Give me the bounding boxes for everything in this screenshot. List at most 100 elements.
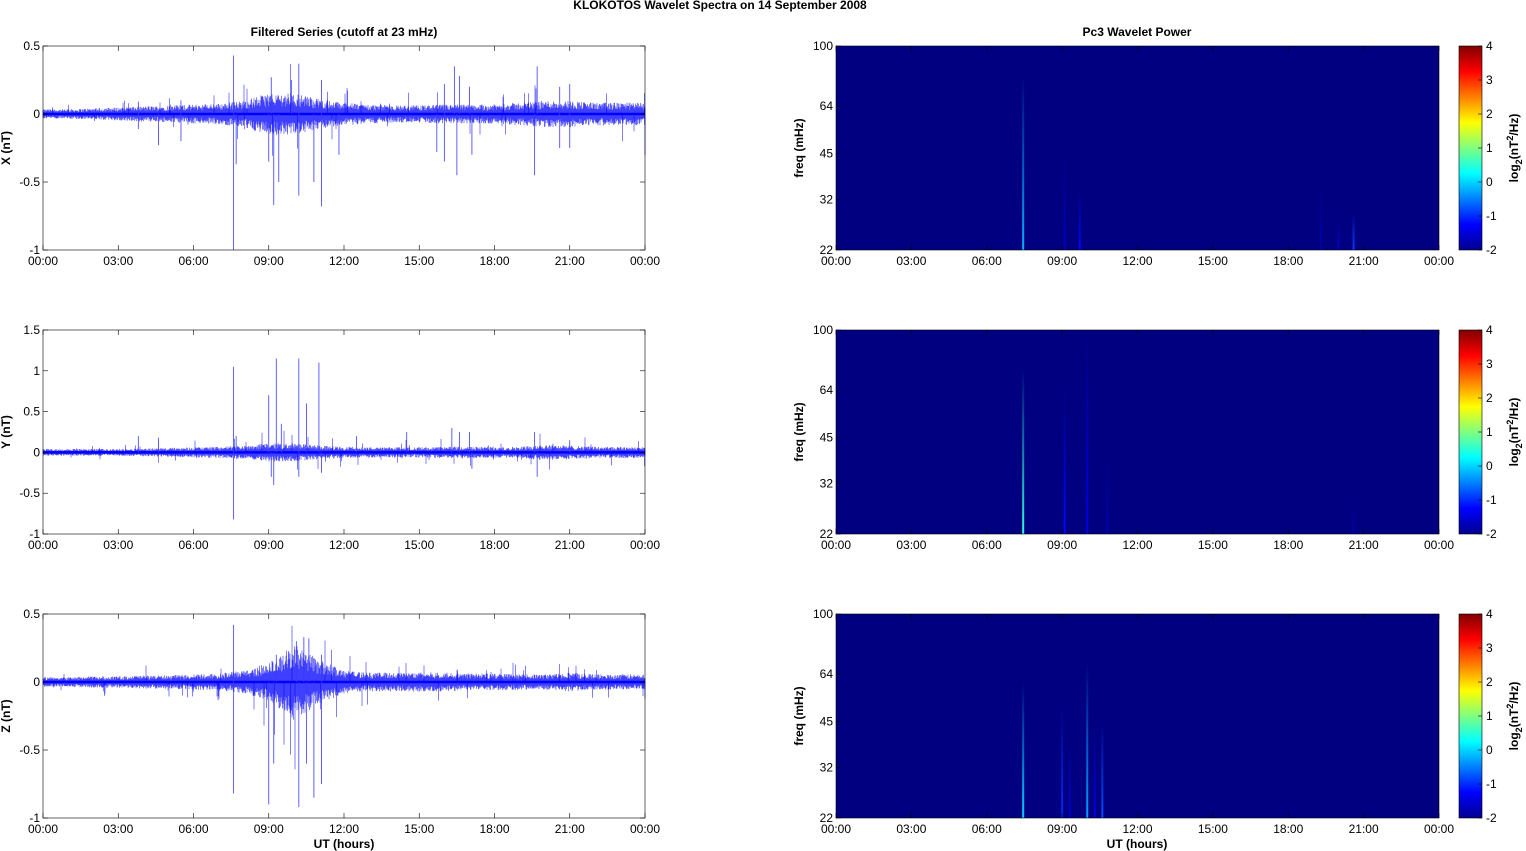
series-z-xtick-label: 12:00 — [329, 822, 359, 836]
colorbar-tick-label: 3 — [1486, 357, 1493, 371]
wavelet-y-ylabel: freq (mHz) — [792, 402, 806, 461]
colorbar-tick-label: 1 — [1486, 709, 1493, 723]
colorbar-tick-label: -1 — [1486, 209, 1497, 223]
wavelet-z-xtick-label: 18:00 — [1273, 822, 1303, 836]
series-z-axes — [43, 614, 645, 818]
colorbar-tick-label: -1 — [1486, 493, 1497, 507]
wavelet-y-xtick-label: 06:00 — [972, 538, 1002, 552]
wavelet-x-xtick-label: 06:00 — [972, 254, 1002, 268]
series-y-xtick-label: 00:00 — [28, 538, 58, 552]
wavelet-z-streak — [1101, 721, 1104, 818]
colorbar-label-part: /Hz) — [1507, 114, 1521, 136]
series-x-axes — [43, 46, 645, 250]
colorbar-tick-label: 4 — [1486, 39, 1493, 53]
wavelet-y-xtick-label: 15:00 — [1198, 538, 1228, 552]
series-y-axes — [43, 330, 645, 534]
wavelet-z-heatmap-background — [836, 614, 1439, 818]
wavelet-z-streak — [1061, 707, 1064, 818]
colorbar-tick-label: -2 — [1486, 527, 1497, 541]
colorbar-tick-label: 1 — [1486, 141, 1493, 155]
series-x-ylabel: X (nT) — [0, 131, 13, 165]
wavelet-x-streak — [1078, 191, 1081, 250]
colorbar-tick-label: 2 — [1486, 391, 1493, 405]
colorbar-label-part: /Hz) — [1507, 682, 1521, 704]
wavelet-z-ytick-label: 45 — [820, 715, 834, 729]
series-x-xtick-label: 18:00 — [479, 254, 509, 268]
wavelet-z-ytick-label: 100 — [813, 607, 833, 621]
series-x-xtick-label: 06:00 — [178, 254, 208, 268]
colorbar-tick-label: 0 — [1486, 459, 1493, 473]
wavelet-y-streak — [1106, 453, 1109, 534]
colorbar-tick-label: -2 — [1486, 811, 1497, 825]
series-x-xtick-label: 09:00 — [254, 254, 284, 268]
colorbar-label-part: /Hz) — [1507, 398, 1521, 420]
wavelet-y-heatmap-background — [836, 330, 1439, 534]
series-z-ylabel: Z (nT) — [0, 699, 13, 732]
wavelet-y-xtick-label: 09:00 — [1047, 538, 1077, 552]
series-z-ytick-label: 0.5 — [23, 607, 40, 621]
series-x-xtick-label: 21:00 — [555, 254, 585, 268]
wavelet-y-streak — [1086, 330, 1089, 534]
wavelet-z-streak — [1093, 721, 1096, 818]
series-y-xtick-label: 09:00 — [254, 538, 284, 552]
wavelet-x-xtick-label: 03:00 — [896, 254, 926, 268]
wavelet-z-xtick-label: 15:00 — [1198, 822, 1228, 836]
series-y-xtick-label: 03:00 — [103, 538, 133, 552]
colorbar-label-part: (nT — [1507, 140, 1521, 159]
series-y-xtick-label: 18:00 — [479, 538, 509, 552]
wavelet-z-ytick-label: 64 — [820, 667, 834, 681]
wavelet-x-ytick-label: 100 — [813, 39, 833, 53]
wavelet-z-streak — [1022, 682, 1025, 818]
wavelet-y-ytick-label: 100 — [813, 323, 833, 337]
wavelet-y-xtick-label: 12:00 — [1122, 538, 1152, 552]
wavelet-y-xtick-label: 00:00 — [1424, 538, 1454, 552]
wavelet-z-streak — [1068, 737, 1071, 818]
series-z-xtick-label: 06:00 — [178, 822, 208, 836]
series-z-xtick-label: 03:00 — [103, 822, 133, 836]
series-y-xtick-label: 21:00 — [555, 538, 585, 552]
series-x-ytick-label: -0.5 — [19, 175, 40, 189]
colorbar-tick-label: 2 — [1486, 107, 1493, 121]
series-y-ytick-label: 1.5 — [23, 323, 40, 337]
wavelet-y-ytick-label: 32 — [820, 477, 834, 491]
wavelet-x-xtick-label: 15:00 — [1198, 254, 1228, 268]
wavelet-x-streak — [1022, 76, 1025, 250]
wavelet-y-ytick-label: 64 — [820, 383, 834, 397]
wavelet-x-streak — [1319, 187, 1322, 250]
wavelet-x-xtick-label: 00:00 — [1424, 254, 1454, 268]
series-y-ylabel: Y (nT) — [0, 415, 13, 449]
series-x-ytick-label: 0 — [33, 107, 40, 121]
wavelet-x-ylabel: freq (mHz) — [792, 118, 806, 177]
right-title: Pc3 Wavelet Power — [1083, 25, 1192, 39]
wavelet-x-xtick-label: 00:00 — [821, 254, 851, 268]
series-y-ytick-label: -0.5 — [19, 486, 40, 500]
series-y-ytick-label: 1 — [33, 364, 40, 378]
wavelet-z-xtick-label: 00:00 — [821, 822, 851, 836]
series-y-xtick-label: 06:00 — [178, 538, 208, 552]
wavelet-x-ytick-label: 32 — [820, 193, 834, 207]
wavelet-y-streak — [1063, 388, 1066, 534]
colorbar-tick-label: 4 — [1486, 323, 1493, 337]
colorbar-label: log2(nT2/Hz) — [1505, 398, 1524, 467]
wavelet-z-xtick-label: 12:00 — [1122, 822, 1152, 836]
series-x-xtick-label: 12:00 — [329, 254, 359, 268]
wavelet-y-xtick-label: 18:00 — [1273, 538, 1303, 552]
colorbar-tick-label: 0 — [1486, 175, 1493, 189]
figure: KLOKOTOS Wavelet Spectra on 14 September… — [0, 0, 1524, 851]
colorbar-label-part: log — [1507, 732, 1521, 750]
wavelet-x-xtick-label: 12:00 — [1122, 254, 1152, 268]
wavelet-z-streak — [1086, 662, 1089, 818]
wavelet-x-ytick-label: 64 — [820, 99, 834, 113]
series-y-xtick-label: 12:00 — [329, 538, 359, 552]
x-axis-label-right: UT (hours) — [1107, 837, 1168, 851]
left-title: Filtered Series (cutoff at 23 mHz) — [251, 25, 438, 39]
series-z-xtick-label: 09:00 — [254, 822, 284, 836]
figure-title: KLOKOTOS Wavelet Spectra on 14 September… — [573, 0, 867, 12]
wavelet-x-xtick-label: 09:00 — [1047, 254, 1077, 268]
series-z-xtick-label: 21:00 — [555, 822, 585, 836]
series-y-ytick-label: 0 — [33, 445, 40, 459]
series-x-xtick-label: 15:00 — [404, 254, 434, 268]
wavelet-x-xtick-label: 21:00 — [1349, 254, 1379, 268]
series-z-xtick-label: 18:00 — [479, 822, 509, 836]
series-x-xtick-label: 00:00 — [28, 254, 58, 268]
